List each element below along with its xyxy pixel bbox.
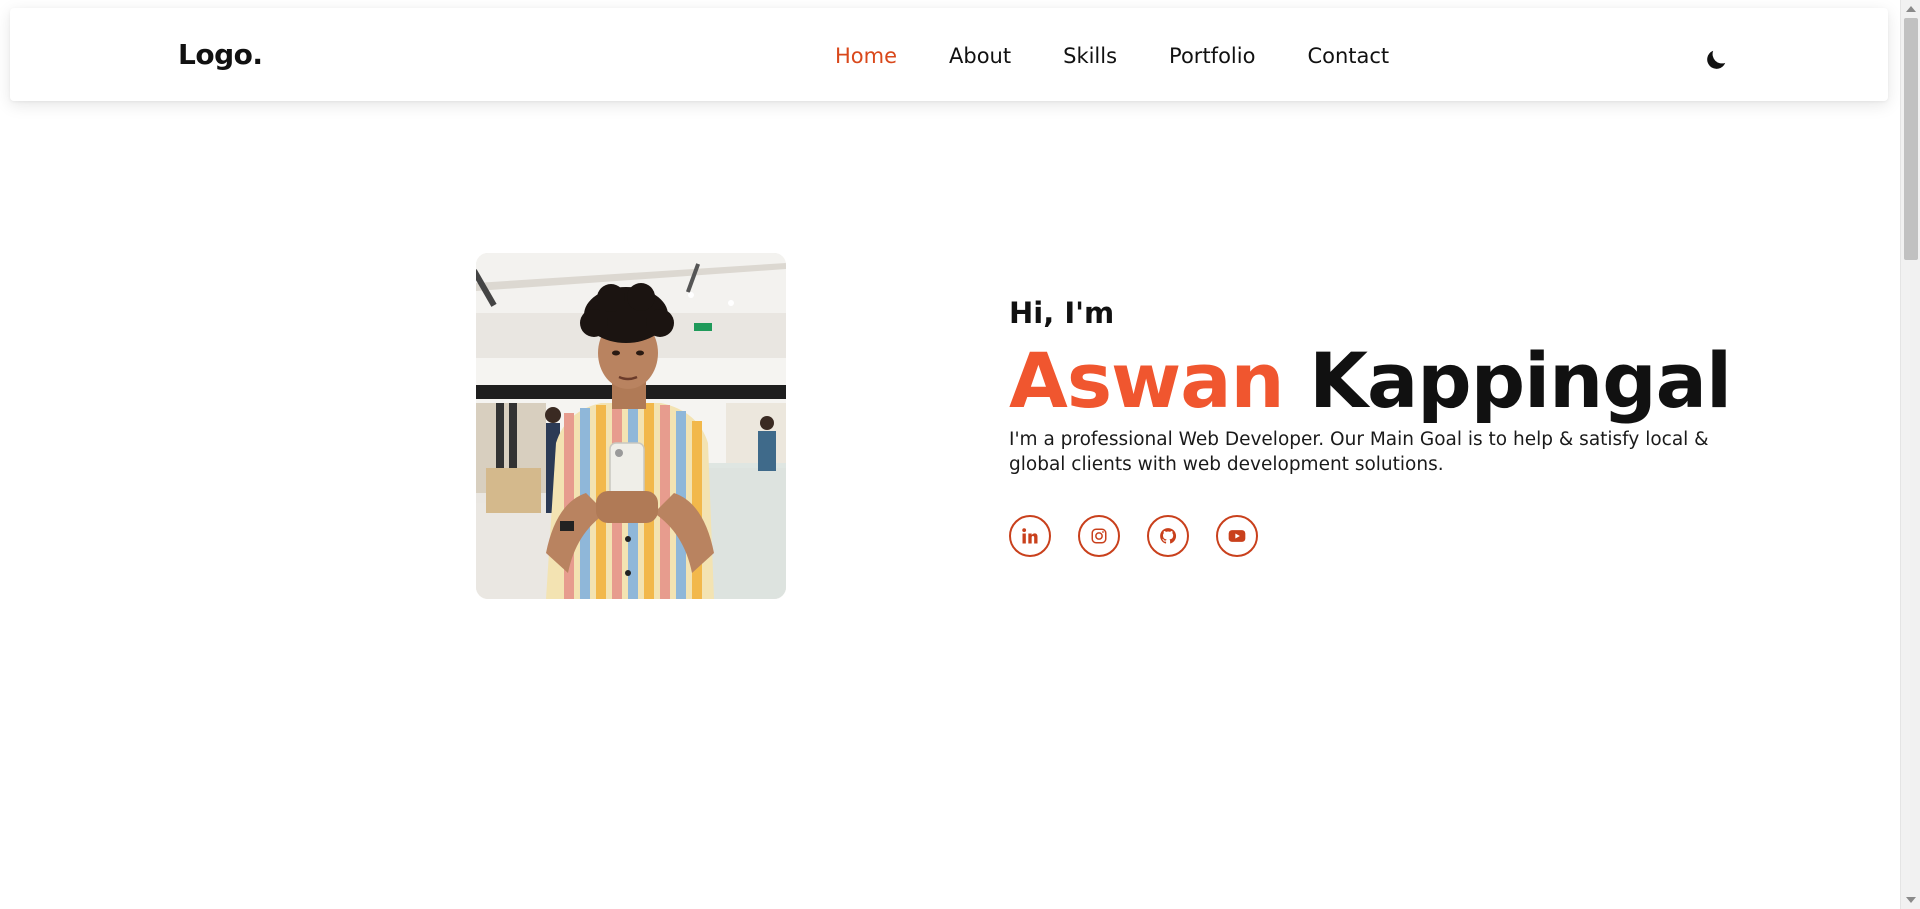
nav-item-portfolio[interactable]: Portfolio bbox=[1169, 44, 1255, 69]
nav-item-skills[interactable]: Skills bbox=[1063, 44, 1117, 69]
hero-name: Aswan Kappingal bbox=[1009, 340, 1732, 421]
instagram-icon[interactable] bbox=[1078, 515, 1120, 557]
first-name: Aswan bbox=[1009, 335, 1285, 425]
moon-icon[interactable] bbox=[1703, 47, 1729, 73]
github-icon[interactable] bbox=[1147, 515, 1189, 557]
scroll-down-arrow-icon[interactable] bbox=[1906, 897, 1916, 903]
page-viewport: Logo. Home About Skills Portfolio Contac… bbox=[0, 0, 1900, 909]
scrollbar-thumb[interactable] bbox=[1904, 18, 1918, 260]
tagline: I'm a professional Web Developer. Our Ma… bbox=[1009, 428, 1709, 475]
scrollbar[interactable] bbox=[1900, 0, 1920, 909]
profile-photo bbox=[476, 253, 786, 599]
main-nav: Home About Skills Portfolio Contact bbox=[835, 44, 1389, 69]
nav-item-home[interactable]: Home bbox=[835, 44, 897, 69]
nav-item-about[interactable]: About bbox=[949, 44, 1011, 69]
site-header: Logo. Home About Skills Portfolio Contac… bbox=[10, 8, 1888, 101]
logo[interactable]: Logo. bbox=[178, 38, 263, 72]
scroll-up-arrow-icon[interactable] bbox=[1906, 6, 1916, 12]
nav-item-contact[interactable]: Contact bbox=[1307, 44, 1389, 69]
intro-block: Hi, I'm Aswan Kappingal I'm a profession… bbox=[1009, 296, 1732, 477]
youtube-icon[interactable] bbox=[1216, 515, 1258, 557]
social-links bbox=[1009, 515, 1285, 557]
linkedin-icon[interactable] bbox=[1009, 515, 1051, 557]
greeting: Hi, I'm bbox=[1009, 296, 1115, 330]
last-name: Kappingal bbox=[1309, 335, 1732, 425]
